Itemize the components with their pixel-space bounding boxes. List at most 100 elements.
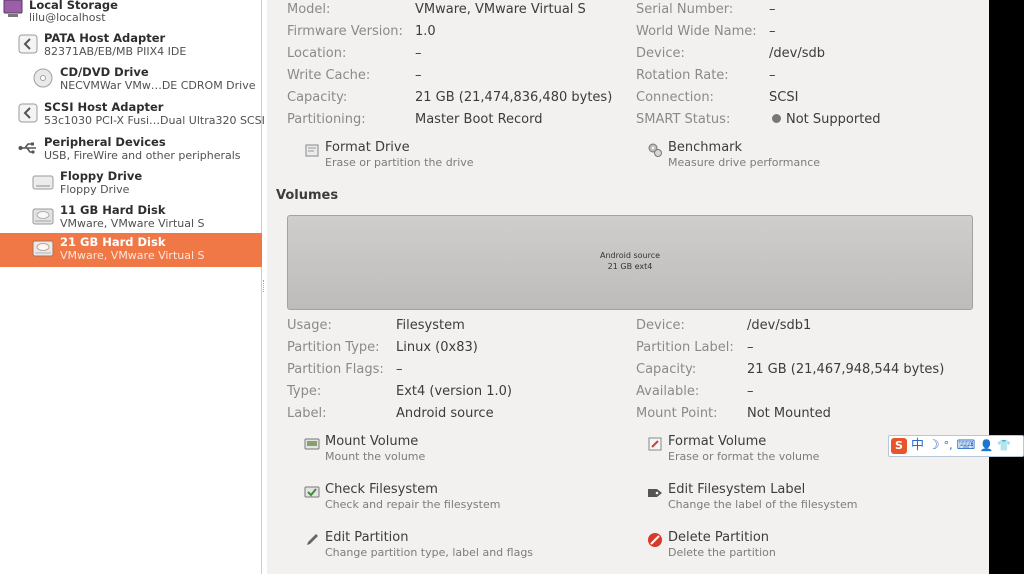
edit-partition-title: Edit Partition: [325, 530, 409, 545]
delete-partition-title: Delete Partition: [668, 530, 770, 545]
volume-capacity-value: 21 GB (21,467,948,544 bytes): [747, 362, 945, 377]
sidebar-item-cd-dvd-drive[interactable]: CD/DVD Drive NECVMWar VMw…DE CDROM Drive: [0, 63, 262, 97]
sidebar-item-title: CD/DVD Drive: [60, 65, 149, 79]
format-drive-subtitle: Erase or partition the drive: [325, 156, 474, 169]
write-cache-value: –: [415, 68, 422, 83]
status-dot-icon: [772, 114, 781, 123]
sidebar-item-local-storage[interactable]: Local Storage lilu@localhost: [0, 0, 262, 24]
drive-device-value: /dev/sdb: [769, 46, 825, 61]
host-adapter-icon: [18, 34, 38, 54]
mount-volume-button[interactable]: Mount Volume Mount the volume: [304, 434, 504, 468]
serial-number-value: –: [769, 2, 776, 17]
sidebar-item-title: PATA Host Adapter: [44, 31, 166, 45]
format-drive-icon: [305, 144, 319, 157]
volume-block-detail: 21 GB ext4: [607, 262, 653, 271]
delete-partition-button[interactable]: Delete Partition Delete the partition: [647, 530, 847, 564]
sidebar-item-subtitle: VMware, VMware Virtual S: [60, 217, 205, 230]
volume-label-value: Android source: [396, 406, 494, 421]
skin-icon[interactable]: 👕: [997, 437, 1011, 455]
format-volume-button[interactable]: Format Volume Erase or format the volume: [647, 434, 867, 468]
sidebar-item-21gb-hard-disk[interactable]: 21 GB Hard Disk VMware, VMware Virtual S: [0, 233, 262, 267]
edit-partition-button[interactable]: Edit Partition Change partition type, la…: [304, 530, 544, 564]
gears-icon: [648, 143, 662, 157]
partitioning-label: Partitioning:: [287, 112, 366, 127]
location-value: –: [415, 46, 422, 61]
punctuation-toggle[interactable]: °,: [944, 437, 953, 455]
host-adapter-icon: [18, 103, 38, 123]
available-label: Available:: [636, 384, 700, 399]
format-volume-subtitle: Erase or format the volume: [668, 450, 820, 463]
screen-edge: [989, 0, 1024, 574]
benchmark-button[interactable]: Benchmark Measure drive performance: [647, 140, 847, 174]
rotation-rate-label: Rotation Rate:: [636, 68, 729, 83]
computer-icon: [3, 0, 23, 17]
partition-flags-label: Partition Flags:: [287, 362, 384, 377]
available-value: –: [747, 384, 754, 399]
volume-device-value: /dev/sdb1: [747, 318, 812, 333]
optical-disc-icon: [33, 68, 53, 88]
usage-label: Usage:: [287, 318, 332, 333]
sidebar-item-title: Floppy Drive: [60, 169, 143, 183]
sidebar-item-subtitle: 53c1030 PCI-X Fusi…Dual Ultra320 SCSI: [44, 114, 265, 127]
input-method-toolbar[interactable]: S 中 ☽ °, ⌨ 👤 👕: [888, 435, 1024, 457]
sidebar-item-title: 11 GB Hard Disk: [60, 203, 166, 217]
edit-partition-subtitle: Change partition type, label and flags: [325, 546, 534, 559]
label-tag-icon: [648, 489, 662, 497]
format-volume-title: Format Volume: [668, 434, 767, 449]
hard-disk-icon: [32, 240, 54, 257]
user-icon[interactable]: 👤: [979, 437, 993, 455]
sidebar-item-subtitle: NECVMWar VMw…DE CDROM Drive: [60, 79, 256, 92]
device-sidebar: Local Storage lilu@localhost PATA Host A…: [0, 0, 265, 574]
serial-number-label: Serial Number:: [636, 2, 734, 17]
format-drive-button[interactable]: Format Drive Erase or partition the driv…: [304, 140, 504, 174]
drive-capacity-label: Capacity:: [287, 90, 348, 105]
benchmark-title: Benchmark: [668, 140, 743, 155]
partition-type-value: Linux (0x83): [396, 340, 478, 355]
sidebar-item-title: SCSI Host Adapter: [44, 100, 164, 114]
sidebar-item-subtitle: lilu@localhost: [29, 11, 106, 24]
drive-capacity-value: 21 GB (21,474,836,480 bytes): [415, 90, 613, 105]
edit-filesystem-label-subtitle: Change the label of the filesystem: [668, 498, 858, 511]
benchmark-subtitle: Measure drive performance: [668, 156, 821, 169]
sidebar-item-subtitle: USB, FireWire and other peripherals: [44, 149, 241, 162]
partition-label-label: Partition Label:: [636, 340, 734, 355]
connection-value: SCSI: [769, 90, 799, 105]
sidebar-item-floppy-drive[interactable]: Floppy Drive Floppy Drive: [0, 167, 262, 201]
firmware-version-label: Firmware Version:: [287, 24, 403, 39]
volume-label-label: Label:: [287, 406, 327, 421]
smart-status-text: Not Supported: [786, 112, 881, 127]
moon-icon[interactable]: ☽: [928, 437, 940, 455]
partition-type-label: Partition Type:: [287, 340, 380, 355]
rotation-rate-value: –: [769, 68, 776, 83]
firmware-version-value: 1.0: [415, 24, 436, 39]
keyboard-icon[interactable]: ⌨: [957, 437, 976, 455]
hard-disk-icon: [32, 208, 54, 225]
check-filesystem-subtitle: Check and repair the filesystem: [325, 498, 501, 511]
mount-point-label: Mount Point:: [636, 406, 718, 421]
drive-model-label: Model:: [287, 2, 331, 17]
sidebar-item-subtitle: VMware, VMware Virtual S: [60, 249, 205, 262]
volume-block-name: Android source: [599, 251, 661, 260]
format-volume-icon: [648, 437, 662, 451]
fs-type-value: Ext4 (version 1.0): [396, 384, 512, 399]
sogou-logo-icon[interactable]: S: [891, 438, 907, 454]
sidebar-item-subtitle: 82371AB/EB/MB PIIX4 IDE: [44, 45, 187, 58]
pencil-icon: [307, 534, 318, 545]
chinese-mode-toggle[interactable]: 中: [911, 437, 924, 455]
sidebar-item-scsi-host-adapter[interactable]: SCSI Host Adapter 53c1030 PCI-X Fusi…Dua…: [0, 98, 265, 132]
sidebar-item-peripheral-devices[interactable]: Peripheral Devices USB, FireWire and oth…: [0, 133, 262, 167]
check-filesystem-title: Check Filesystem: [325, 482, 438, 497]
connection-label: Connection:: [636, 90, 714, 105]
sidebar-item-11gb-hard-disk[interactable]: 11 GB Hard Disk VMware, VMware Virtual S: [0, 201, 262, 235]
mount-volume-subtitle: Mount the volume: [325, 450, 426, 463]
smart-status-label: SMART Status:: [636, 112, 731, 127]
volume-partition-block[interactable]: Android source 21 GB ext4: [287, 215, 973, 310]
drive-model-value: VMware, VMware Virtual S: [415, 2, 586, 17]
edit-filesystem-label-button[interactable]: Edit Filesystem Label Change the label o…: [647, 482, 877, 516]
check-filesystem-button[interactable]: Check Filesystem Check and repair the fi…: [304, 482, 514, 516]
delete-icon: [648, 533, 662, 547]
volume-device-label: Device:: [636, 318, 685, 333]
partitioning-value: Master Boot Record: [415, 112, 543, 127]
smart-status-value: Not Supported: [772, 112, 881, 127]
sidebar-item-pata-host-adapter[interactable]: PATA Host Adapter 82371AB/EB/MB PIIX4 ID…: [0, 29, 262, 63]
